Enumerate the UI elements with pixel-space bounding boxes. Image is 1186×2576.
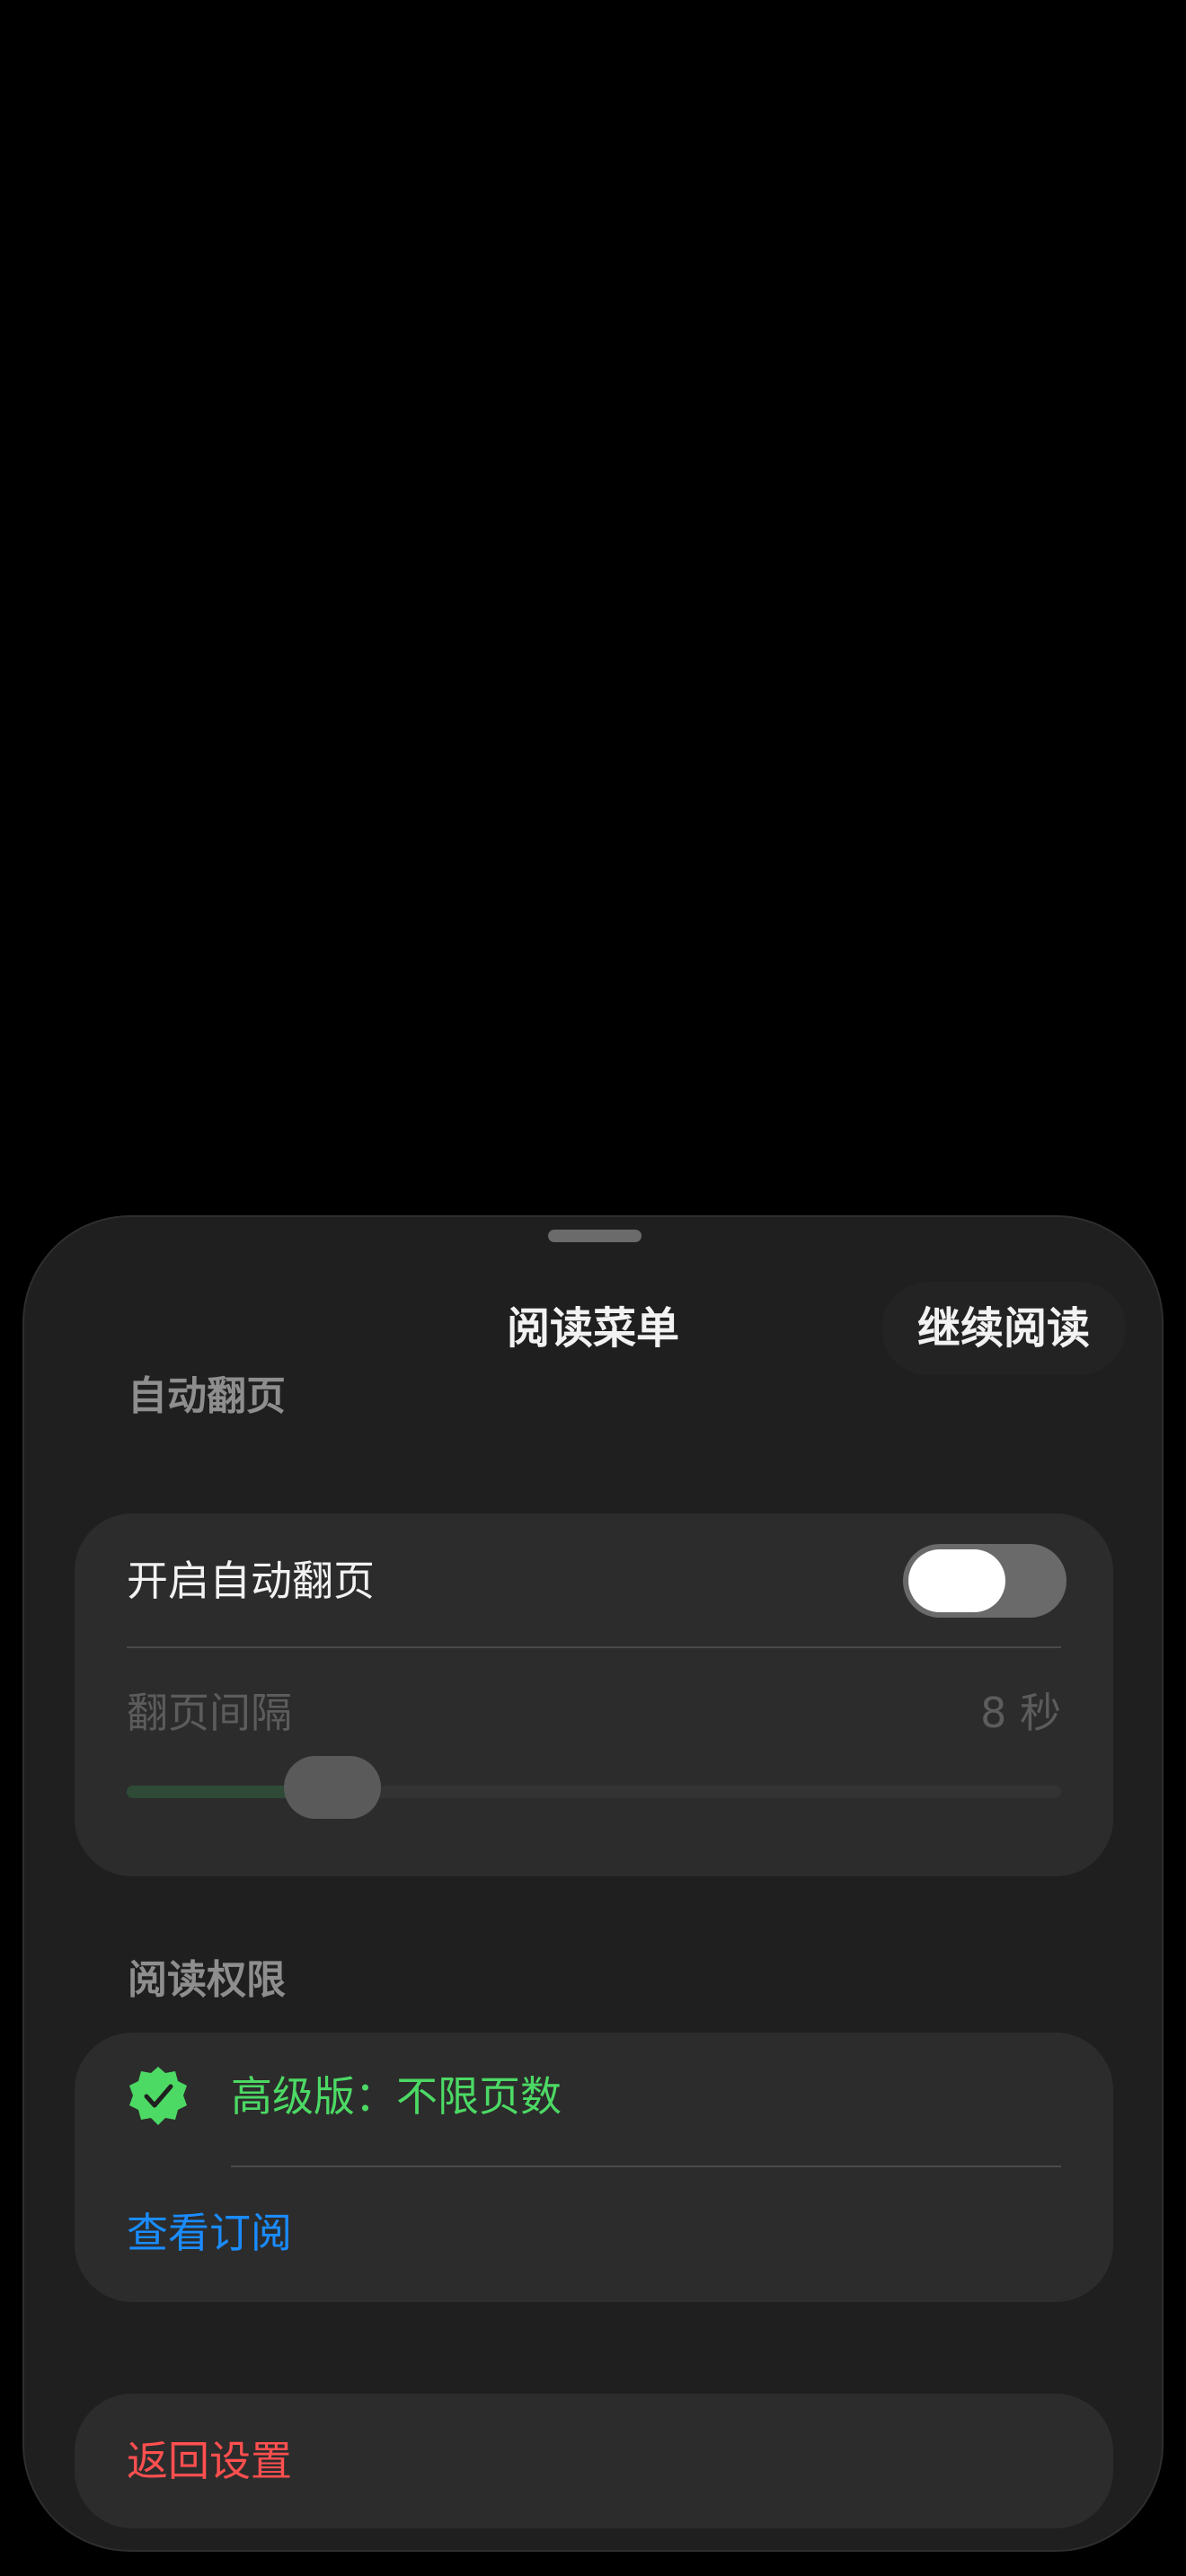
auto-page-card: 开启自动翻页 翻页间隔 8 秒 <box>75 1513 1113 1876</box>
permission-card: 高级版：不限页数 查看订阅 <box>75 2033 1113 2302</box>
section-header-auto-page: 自动翻页 <box>128 1373 286 1419</box>
toggle-knob <box>908 1549 1005 1612</box>
back-to-settings-button[interactable]: 返回设置 <box>127 2433 292 2489</box>
row-divider <box>127 1646 1061 1648</box>
auto-page-toggle-label: 开启自动翻页 <box>127 1557 375 1605</box>
interval-value: 8 秒 <box>980 1689 1061 1737</box>
interval-slider[interactable] <box>127 1756 1061 1819</box>
continue-reading-button[interactable]: 继续阅读 <box>881 1282 1126 1375</box>
screen: 阅读菜单 继续阅读 自动翻页 开启自动翻页 翻页间隔 8 秒 阅读权限 高级版：… <box>0 0 1186 2576</box>
back-settings-card[interactable]: 返回设置 <box>75 2394 1113 2528</box>
slider-thumb[interactable] <box>283 1756 381 1819</box>
sheet-grabber[interactable] <box>548 1230 642 1242</box>
auto-page-toggle[interactable] <box>903 1544 1067 1618</box>
view-subscription-link[interactable]: 查看订阅 <box>127 2205 292 2261</box>
premium-status-text: 高级版：不限页数 <box>231 2072 562 2121</box>
row-divider <box>231 2166 1061 2167</box>
reading-menu-sheet: 阅读菜单 继续阅读 自动翻页 开启自动翻页 翻页间隔 8 秒 阅读权限 高级版：… <box>22 1215 1164 2552</box>
verified-badge-icon <box>129 2067 187 2125</box>
interval-label: 翻页间隔 <box>127 1689 292 1737</box>
section-header-permission: 阅读权限 <box>128 1957 286 2003</box>
